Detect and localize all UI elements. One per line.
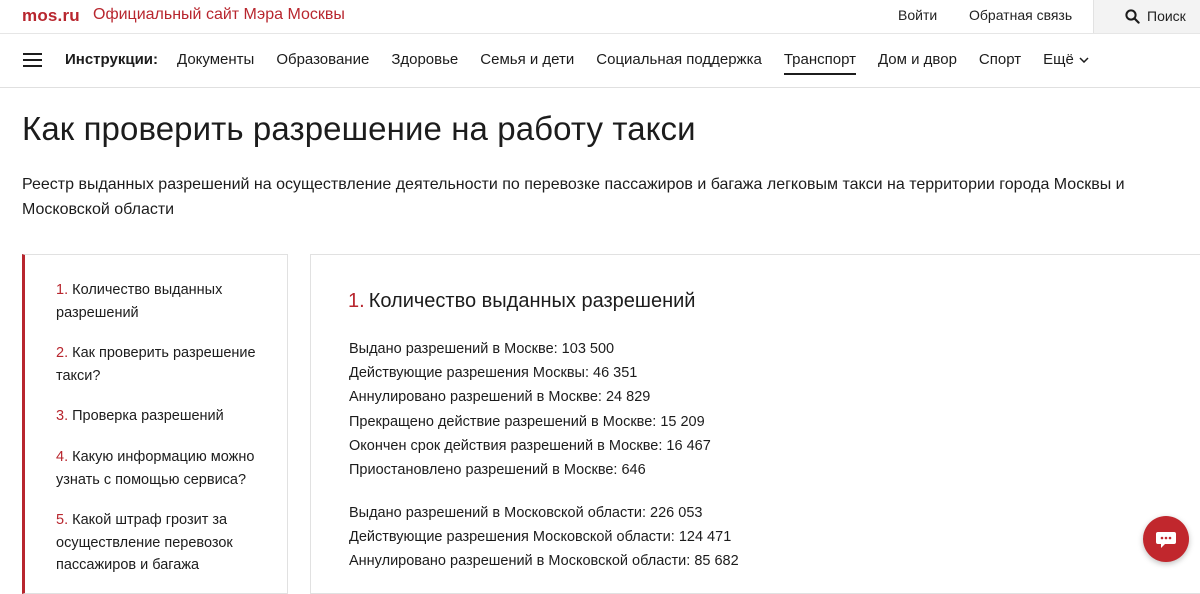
- nav-item-transport[interactable]: Транспорт: [783, 51, 857, 75]
- chat-bubble-icon: [1156, 532, 1176, 548]
- search-icon: [1125, 9, 1140, 24]
- stat-line: Окончен срок действия разрешений в Москв…: [349, 437, 711, 454]
- table-of-contents: 1. Количество выданных разрешений 2. Как…: [22, 254, 288, 594]
- stat-line: Выдано разрешений в Москве: 103 500: [349, 341, 615, 357]
- region-stats: Выдано разрешений в Московской области: …: [349, 501, 739, 574]
- section-title: 1. Количество выданных разрешений: [348, 290, 695, 313]
- chat-button[interactable]: [1143, 516, 1189, 562]
- toc-item-1[interactable]: 1. Количество выданных разрешений: [56, 279, 271, 324]
- chevron-down-icon: [1079, 57, 1089, 64]
- stat-line: Действующие разрешения Московской област…: [349, 529, 732, 546]
- toc-label: Проверка разрешений: [72, 408, 224, 424]
- feedback-link[interactable]: Обратная связь: [969, 7, 1072, 23]
- content-card: 1. Количество выданных разрешений Выдано …: [310, 254, 1200, 594]
- nav-title: Инструкции:: [65, 51, 159, 68]
- search-label: Поиск: [1147, 8, 1186, 24]
- nav-item-more[interactable]: Ещё: [1043, 51, 1089, 68]
- toc-item-3[interactable]: 3. Проверка разрешений: [56, 405, 271, 428]
- search-button[interactable]: Поиск: [1093, 0, 1200, 33]
- stat-line: Выдано разрешений в Московской области: …: [349, 505, 703, 521]
- nav-item-home[interactable]: Дом и двор: [878, 51, 957, 68]
- hamburger-icon[interactable]: [23, 53, 42, 68]
- toc-item-4[interactable]: 4. Какую информацию можно узнать с помощ…: [56, 446, 271, 491]
- section-number: 1.: [348, 290, 365, 312]
- stat-line: Аннулировано разрешений в Московской обл…: [349, 553, 739, 570]
- nav-item-documents[interactable]: Документы: [177, 51, 254, 68]
- toc-label: Какой штраф грозит за осуществление пере…: [56, 512, 233, 573]
- toc-number: 2.: [56, 345, 69, 361]
- toc-label: Как проверить разрешение такси?: [56, 345, 256, 384]
- toc-number: 5.: [56, 512, 69, 528]
- site-logo[interactable]: mos.ru: [22, 6, 80, 26]
- nav-item-social-support[interactable]: Социальная поддержка: [596, 51, 762, 68]
- top-bar: mos.ru Официальный сайт Мэра Москвы Войт…: [0, 0, 1200, 34]
- login-link[interactable]: Войти: [898, 7, 937, 23]
- nav-item-family[interactable]: Семья и дети: [480, 51, 574, 68]
- toc-item-5[interactable]: 5. Какой штраф грозит за осуществление п…: [56, 509, 271, 577]
- toc-item-2[interactable]: 2. Как проверить разрешение такси?: [56, 342, 271, 387]
- toc-label: Количество выданных разрешений: [56, 282, 223, 321]
- nav-item-health[interactable]: Здоровье: [391, 51, 458, 68]
- stat-line: Прекращено действие разрешений в Москве:…: [349, 413, 705, 430]
- stat-line: Действующие разрешения Москвы: 46 351: [349, 365, 638, 382]
- instructions-nav: Инструкции: Документы Образование Здоров…: [0, 34, 1200, 88]
- official-site-link[interactable]: Официальный сайт Мэра Москвы: [93, 6, 345, 24]
- page-lead: Реестр выданных разрешений на осуществле…: [22, 176, 1125, 218]
- toc-label: Какую информацию можно узнать с помощью …: [56, 449, 255, 488]
- nav-item-sport[interactable]: Спорт: [979, 51, 1021, 68]
- stat-line: Приостановлено разрешений в Москве: 646: [349, 462, 646, 479]
- nav-item-education[interactable]: Образование: [276, 51, 369, 68]
- nav-items: Документы Образование Здоровье Семья и д…: [177, 51, 1111, 75]
- moscow-stats: Выдано разрешений в Москве: 103 500 Дейс…: [349, 337, 711, 482]
- toc-number: 4.: [56, 449, 69, 465]
- stat-line: Аннулировано разрешений в Москве: 24 829: [349, 389, 651, 406]
- section-title-text: Количество выданных разрешений: [368, 290, 696, 312]
- page-title: Как проверить разрешение на работу такси: [22, 110, 696, 147]
- nav-item-more-label: Ещё: [1043, 51, 1074, 68]
- toc-number: 3.: [56, 408, 69, 424]
- toc-number: 1.: [56, 282, 69, 298]
